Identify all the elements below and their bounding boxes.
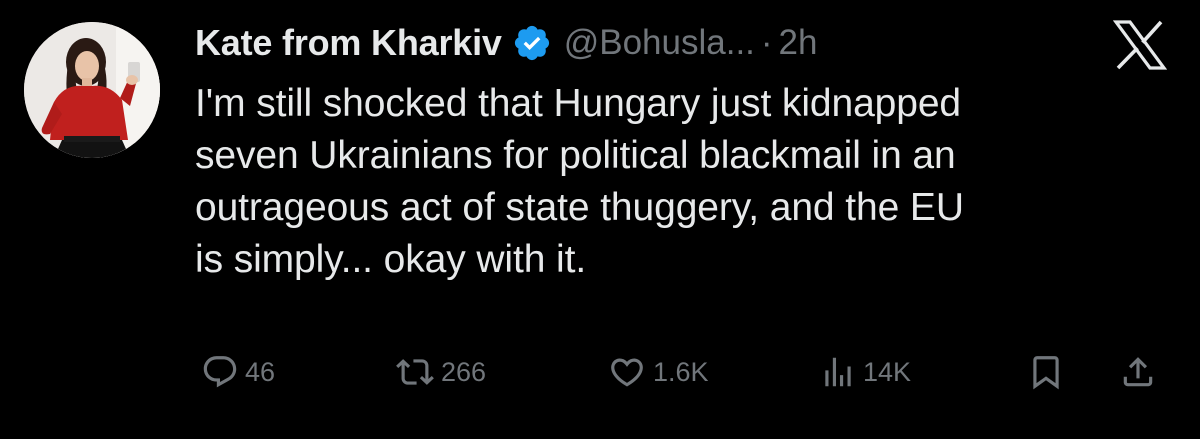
- tweet-text: I'm still shocked that Hungary just kidn…: [195, 78, 1175, 286]
- like-count: 1.6K: [653, 356, 709, 387]
- repost-button[interactable]: 266: [395, 344, 486, 400]
- handle[interactable]: @Bohusla...: [564, 23, 755, 63]
- separator-dot: ·: [760, 23, 773, 62]
- tweet-text-line: I'm still shocked that Hungary just kidn…: [195, 82, 962, 125]
- share-icon: [1119, 353, 1157, 391]
- repost-icon: [395, 353, 435, 391]
- verified-badge-icon[interactable]: [512, 23, 552, 63]
- repost-count: 266: [441, 356, 487, 387]
- x-logo-icon: [1112, 20, 1168, 70]
- views-count: 14K: [863, 356, 912, 387]
- reply-button[interactable]: 46: [201, 344, 275, 400]
- reply-icon: [201, 353, 239, 391]
- tweet-header: Kate from Kharkiv @Bohusla... · 2h: [195, 14, 817, 72]
- reply-count: 46: [245, 356, 276, 387]
- views-bar-chart-icon: [819, 353, 857, 391]
- views-button[interactable]: 14K: [819, 344, 911, 400]
- action-bar: 46 266 1.6K 14K: [195, 344, 1175, 400]
- timestamp[interactable]: 2h: [779, 23, 818, 63]
- tweet-text-line: seven Ukrainians for political blackmail…: [195, 134, 956, 177]
- heart-icon: [607, 353, 647, 391]
- tweet-text-line: outrageous act of state thuggery, and th…: [195, 186, 964, 229]
- tweet-text-line: is simply... okay with it.: [195, 238, 587, 281]
- avatar[interactable]: [24, 22, 160, 158]
- bookmark-icon: [1027, 353, 1065, 391]
- tweet-card: Kate from Kharkiv @Bohusla... · 2h I'm s…: [0, 0, 1200, 439]
- display-name[interactable]: Kate from Kharkiv: [195, 22, 502, 64]
- avatar-image: [24, 22, 160, 158]
- like-button[interactable]: 1.6K: [607, 344, 709, 400]
- share-button[interactable]: [1119, 344, 1157, 400]
- bookmark-button[interactable]: [1027, 344, 1065, 400]
